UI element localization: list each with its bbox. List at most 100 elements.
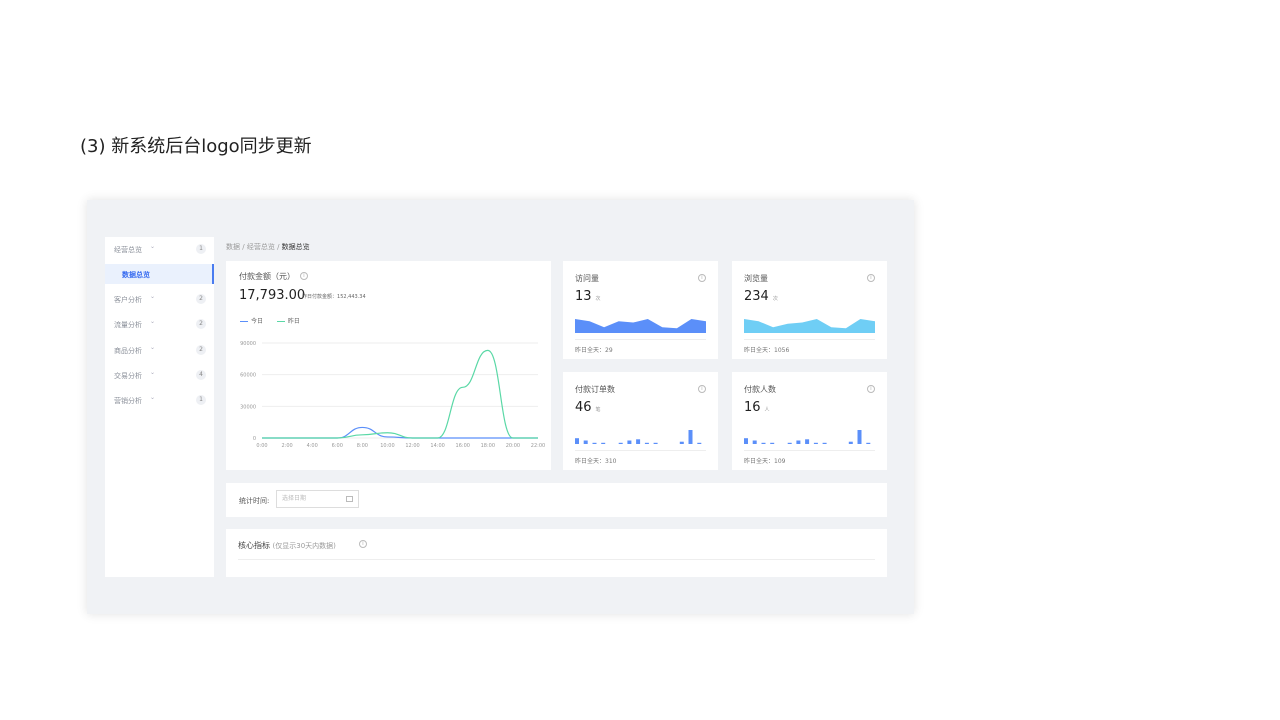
y-tick-label: 0 <box>253 436 256 442</box>
info-icon[interactable]: i <box>867 385 875 393</box>
stat-footer-label: 昨日全天： <box>575 458 606 465</box>
stat-footer: 昨日全天：29 <box>575 345 613 354</box>
sidebar-item[interactable]: 客户分析 ⌄ 2 <box>105 289 214 309</box>
info-icon[interactable]: i <box>698 274 706 282</box>
count-badge: 1 <box>196 244 206 254</box>
stat-card: 付款人数 i 16 人昨日全天：109 <box>732 372 887 470</box>
stat-value: 234 <box>744 289 769 304</box>
stat-value-wrap: 16 人 <box>744 400 770 415</box>
sidebar-item[interactable]: 经营总览 ⌄ 1 <box>105 239 214 259</box>
sparkline-bar <box>752 440 757 444</box>
x-tick-label: 16:00 <box>456 443 470 449</box>
stat-card: 浏览量 i 234 次昨日全天：1056 <box>732 261 887 359</box>
legend-yesterday[interactable]: 昨日 <box>288 318 300 325</box>
sidebar-item[interactable]: 交易分析 ⌄ 4 <box>105 365 214 385</box>
stat-footer-value: 29 <box>605 347 613 354</box>
info-icon[interactable]: i <box>867 274 875 282</box>
x-tick-label: 4:00 <box>307 443 318 449</box>
stat-sparkline <box>744 319 875 333</box>
stat-footer-label: 昨日全天： <box>744 347 775 354</box>
chevron-down-icon: ⌄ <box>150 369 156 376</box>
sparkline-bar <box>787 442 792 444</box>
x-tick-label: 0:00 <box>256 443 267 449</box>
stat-title: 浏览量 <box>744 274 768 283</box>
payment-line-chart: 90000 60000 30000 00:00 2:00 4:00 6:00 8:00 10:0… <box>240 341 545 449</box>
payment-amount-title: 付款金额（元） <box>239 272 295 281</box>
sparkline-bar <box>822 442 827 444</box>
count-badge: 2 <box>196 294 206 304</box>
stat-footer-value: 1056 <box>774 347 790 354</box>
x-tick-label: 18:00 <box>481 443 495 449</box>
breadcrumb: 数据 / 经营总览 / 数据总览 <box>226 242 310 252</box>
divider <box>575 339 706 340</box>
count-badge: 2 <box>196 345 206 355</box>
sparkline-bar <box>848 441 853 444</box>
sparkline-bar <box>857 430 862 444</box>
chevron-down-icon: ⌄ <box>150 243 156 250</box>
sidebar-item-label: 数据总览 <box>122 271 150 279</box>
x-tick-label: 22:00 <box>531 443 545 449</box>
stat-time-label: 统计时间: <box>239 497 270 505</box>
x-tick-label: 6:00 <box>332 443 343 449</box>
sparkline-bar <box>618 442 623 444</box>
sparkline-bar <box>592 442 597 444</box>
stat-value-wrap: 234 次 <box>744 289 778 304</box>
sparkline-bar <box>575 438 579 444</box>
sidebar-item[interactable]: 营销分析 ⌄ 1 <box>105 390 214 410</box>
sparkline-bar <box>653 442 658 444</box>
info-icon[interactable]: i <box>359 540 367 548</box>
sidebar-item-label: 交易分析 <box>114 372 142 380</box>
sparkline-bar <box>697 442 702 444</box>
info-icon[interactable]: i <box>300 272 308 280</box>
x-tick-label: 12:00 <box>405 443 419 449</box>
stat-value-wrap: 13 次 <box>575 289 601 304</box>
stat-footer-label: 昨日全天： <box>744 458 775 465</box>
breadcrumb-current: 数据总览 <box>281 243 310 251</box>
breadcrumb-separator: / <box>242 243 245 251</box>
count-badge: 2 <box>196 319 206 329</box>
breadcrumb-item-data[interactable]: 数据 <box>226 243 240 251</box>
core-metrics-card: 核心指标 (仅显示30天内数据) i <box>226 529 887 577</box>
legend-swatch-yesterday <box>276 321 285 322</box>
sidebar-item-label: 经营总览 <box>114 246 142 254</box>
sparkline-bar <box>813 442 818 444</box>
sparkline-area <box>575 319 706 333</box>
legend-today[interactable]: 今日 <box>251 318 263 325</box>
sidebar-item[interactable]: 商品分析 ⌄ 2 <box>105 340 214 360</box>
date-placeholder: 选择日期 <box>282 495 307 502</box>
stat-card: 付款订单数 i 46 笔昨日全天：310 <box>563 372 718 470</box>
sparkline-bar <box>627 440 632 444</box>
sparkline-bar <box>583 440 588 444</box>
info-icon[interactable]: i <box>698 385 706 393</box>
x-tick-label: 8:00 <box>357 443 368 449</box>
legend-swatch-today <box>240 321 248 322</box>
stat-footer: 昨日全天：1056 <box>744 345 789 354</box>
core-metrics-title-text: 核心指标 <box>238 541 270 550</box>
count-badge: 4 <box>196 370 206 380</box>
divider <box>238 559 875 560</box>
stat-unit: 笔 <box>595 407 601 413</box>
sidebar-item[interactable]: 数据总览 <box>105 264 214 284</box>
calendar-icon[interactable] <box>346 496 353 502</box>
stat-unit: 次 <box>595 296 601 302</box>
sidebar-item-label: 商品分析 <box>114 347 142 355</box>
sparkline-bar <box>644 442 649 444</box>
stat-unit: 人 <box>764 407 770 413</box>
stat-sparkline <box>575 430 702 444</box>
sparkline-bar <box>761 442 766 444</box>
series-line-0 <box>261 426 538 439</box>
sidebar-item[interactable]: 流量分析 ⌄ 2 <box>105 314 214 334</box>
yesterday-payment-label-text: 昨日付款金额： <box>302 294 338 300</box>
yesterday-payment-label: 昨日付款金额：152,443.34 <box>302 293 366 300</box>
y-tick-label: 60000 <box>240 373 256 379</box>
breadcrumb-item-overview[interactable]: 经营总览 <box>247 243 275 251</box>
core-metrics-subtitle: (仅显示30天内数据) <box>272 542 336 550</box>
x-tick-label: 20:00 <box>506 443 520 449</box>
dashboard-screenshot: 经营总览 ⌄ 1 数据总览 客户分析 ⌄ 2 流量分析 ⌄ 2 商品分析 ⌄ 2 交易分析 ⌄ 4 营销分析 ⌄ 1… <box>87 200 914 614</box>
stat-sparkline <box>744 430 871 444</box>
sparkline-bar <box>679 441 684 444</box>
stat-value: 46 <box>575 400 592 415</box>
date-picker-input[interactable]: 选择日期 <box>276 490 359 508</box>
stat-sparkline <box>575 319 706 333</box>
sparkline-bar <box>744 438 748 444</box>
